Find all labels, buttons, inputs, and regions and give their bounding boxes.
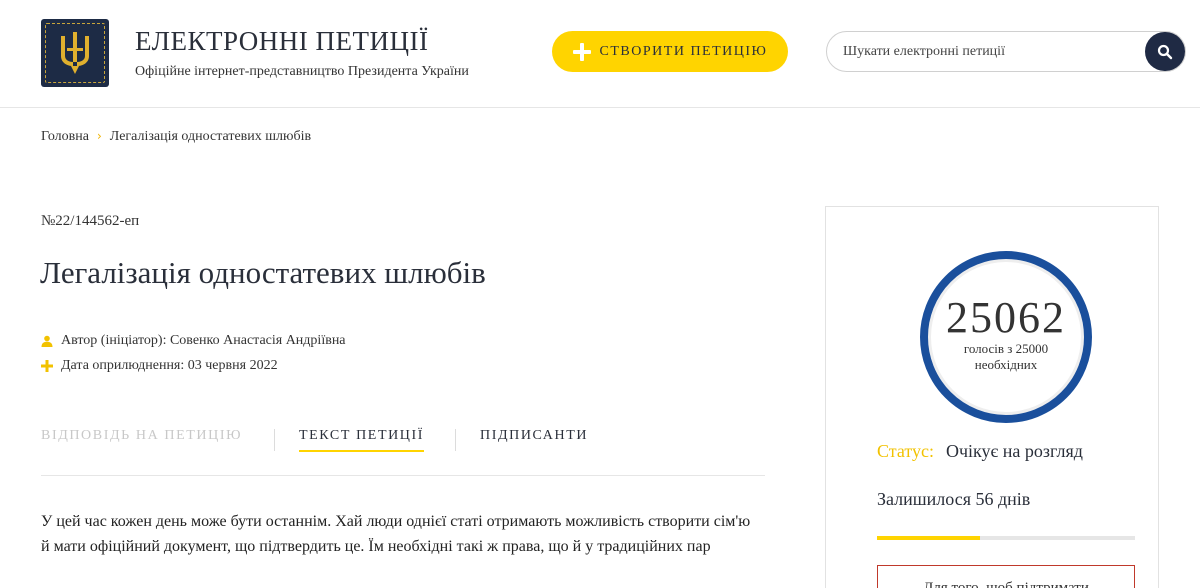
petition-date: Дата оприлюднення: 03 червня 2022 bbox=[41, 358, 278, 374]
votes-counter: 25062 голосів з 25000 необхідних bbox=[920, 251, 1092, 423]
search-input[interactable] bbox=[843, 32, 1143, 71]
time-progress-fill bbox=[877, 536, 981, 540]
tab-petition-text[interactable]: ТЕКСТ ПЕТИЦІЇ bbox=[299, 428, 425, 452]
days-left: Залишилося 56 днів bbox=[877, 489, 1031, 509]
logo-frame bbox=[45, 23, 105, 83]
tab-answer[interactable]: ВІДПОВІДЬ НА ПЕТИЦІЮ bbox=[41, 428, 242, 444]
time-progress-bar bbox=[877, 536, 1135, 540]
petition-title: Легалізація одностатевих шлюбів bbox=[40, 255, 486, 290]
petition-tabs: ВІДПОВІДЬ НА ПЕТИЦІЮ ТЕКСТ ПЕТИЦІЇ ПІДПИ… bbox=[41, 428, 765, 476]
tab-divider bbox=[274, 429, 275, 451]
votes-caption: голосів з 25000 необхідних bbox=[963, 341, 1049, 372]
petition-number: №22/144562-еп bbox=[41, 213, 140, 229]
search-button[interactable] bbox=[1145, 32, 1185, 71]
trident-emblem-icon[interactable] bbox=[41, 19, 109, 87]
create-petition-button[interactable]: СТВОРИТИ ПЕТИЦІЮ bbox=[552, 31, 788, 72]
status-value: Очікує на розгляд bbox=[946, 441, 1083, 461]
search-icon bbox=[1157, 44, 1173, 59]
plus-icon bbox=[41, 360, 53, 372]
trident-icon bbox=[61, 32, 89, 74]
status-label: Статус: bbox=[877, 441, 934, 461]
breadcrumb: Головна › Легалізація одностатевих шлюбів bbox=[41, 129, 311, 145]
plus-icon bbox=[572, 42, 591, 61]
tab-divider bbox=[455, 429, 456, 451]
person-icon bbox=[41, 335, 53, 347]
breadcrumb-current: Легалізація одностатевих шлюбів bbox=[109, 129, 312, 144]
support-box[interactable]: Для того, щоб підтримати bbox=[877, 565, 1135, 588]
site-subtitle: Офіційне інтернет-представництво Президе… bbox=[135, 64, 469, 79]
breadcrumb-separator: › bbox=[96, 129, 102, 143]
votes-count: 25062 bbox=[946, 293, 1066, 342]
site-title[interactable]: ЕЛЕКТРОННІ ПЕТИЦІЇ bbox=[135, 26, 429, 57]
petition-text: У цей час кожен день може бути останнім.… bbox=[41, 513, 751, 555]
petition-author-text: Автор (ініціатор): Совенко Анастасія Анд… bbox=[61, 333, 346, 348]
petition-author: Автор (ініціатор): Совенко Анастасія Анд… bbox=[41, 333, 346, 349]
create-petition-label: СТВОРИТИ ПЕТИЦІЮ bbox=[599, 43, 768, 59]
support-text: Для того, щоб підтримати bbox=[923, 580, 1089, 588]
petition-sidebar: 25062 голосів з 25000 необхідних Статус:… bbox=[825, 206, 1159, 588]
tab-signers[interactable]: ПІДПИСАНТИ bbox=[480, 428, 588, 444]
petition-status: Статус: Очікує на розгляд bbox=[877, 441, 1083, 462]
petition-date-text: Дата оприлюднення: 03 червня 2022 bbox=[61, 358, 278, 373]
site-header: ЕЛЕКТРОННІ ПЕТИЦІЇ Офіційне інтернет-пре… bbox=[0, 0, 1200, 108]
breadcrumb-home-link[interactable]: Головна bbox=[41, 129, 89, 144]
search-box bbox=[826, 31, 1186, 72]
